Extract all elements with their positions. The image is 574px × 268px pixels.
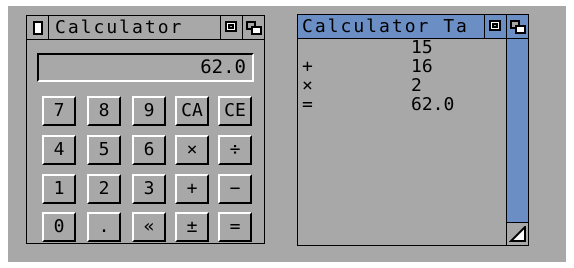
tape-operator: = xyxy=(302,94,313,115)
tape-titlebar[interactable]: Calculator Ta xyxy=(298,15,528,39)
vertical-scrollbar[interactable] xyxy=(506,39,528,222)
zoom-icon[interactable] xyxy=(220,16,242,39)
tape-value: 62.0 xyxy=(411,94,455,115)
tape-content: 15 + 16 × 2 = 62.0 xyxy=(298,39,506,246)
tape-row: 15 xyxy=(298,37,498,58)
calculator-window: Calculator 62.0 7 8 9 CA CE 4 5 6 × ÷ 1 … xyxy=(26,15,265,244)
key-clear-entry[interactable]: CE xyxy=(218,96,252,126)
key-plus-minus[interactable]: ± xyxy=(175,212,209,242)
calculator-title: Calculator xyxy=(55,16,184,38)
key-backspace[interactable]: « xyxy=(132,212,166,242)
depth-icon[interactable] xyxy=(506,15,528,38)
key-7[interactable]: 7 xyxy=(42,96,76,126)
key-9[interactable]: 9 xyxy=(132,96,166,126)
tape-row: + 16 xyxy=(298,56,498,77)
tape-operator: + xyxy=(302,56,313,77)
key-multiply[interactable]: × xyxy=(175,135,209,165)
key-decimal[interactable]: . xyxy=(87,212,121,242)
key-8[interactable]: 8 xyxy=(87,96,121,126)
key-0[interactable]: 0 xyxy=(42,212,76,242)
tape-operator: × xyxy=(302,75,313,96)
calculator-display: 62.0 xyxy=(37,53,254,82)
tape-row: × 2 xyxy=(298,75,498,96)
key-1[interactable]: 1 xyxy=(42,174,76,204)
key-equals[interactable]: = xyxy=(218,212,252,242)
calculator-titlebar[interactable]: Calculator xyxy=(27,16,264,40)
key-4[interactable]: 4 xyxy=(42,135,76,165)
key-5[interactable]: 5 xyxy=(87,135,121,165)
size-icon[interactable] xyxy=(506,222,528,245)
key-divide[interactable]: ÷ xyxy=(218,135,252,165)
key-clear-all[interactable]: CA xyxy=(175,96,209,126)
tape-window: Calculator Ta 15 + 16 × 2 = 62.0 xyxy=(297,14,529,246)
tape-title: Calculator Ta xyxy=(302,15,469,37)
key-2[interactable]: 2 xyxy=(87,174,121,204)
depth-icon[interactable] xyxy=(242,16,264,39)
tape-row: = 62.0 xyxy=(298,94,498,115)
key-3[interactable]: 3 xyxy=(132,174,166,204)
close-icon[interactable] xyxy=(27,16,49,39)
key-add[interactable]: + xyxy=(175,174,209,204)
tape-value: 2 xyxy=(411,75,422,96)
tape-value: 16 xyxy=(411,56,433,77)
key-subtract[interactable]: − xyxy=(218,174,252,204)
zoom-icon[interactable] xyxy=(484,15,506,38)
tape-value: 15 xyxy=(411,37,433,58)
key-6[interactable]: 6 xyxy=(132,135,166,165)
